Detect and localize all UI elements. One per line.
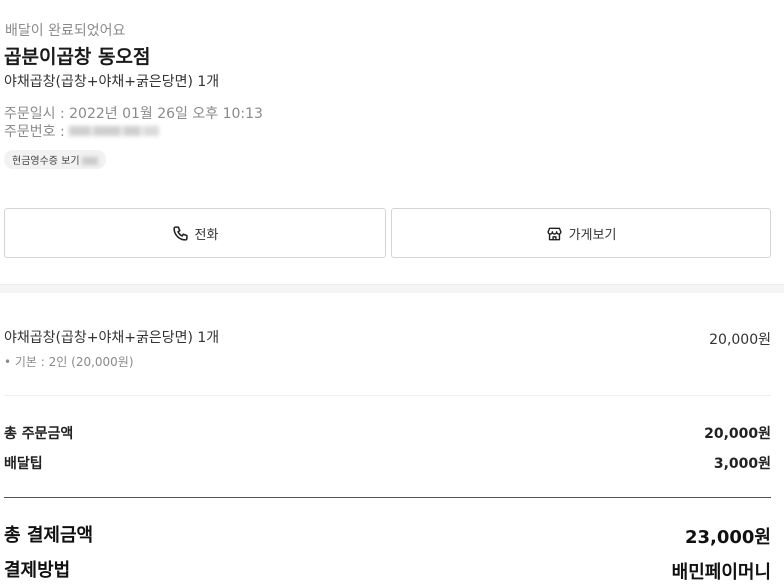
order-number-row: 주문번호 : [4, 123, 263, 141]
store-icon [546, 225, 563, 242]
order-meta: 주문일시 : 2022년 01월 26일 오후 10:13 주문번호 : [4, 105, 263, 141]
order-total-value: 20,000원 [704, 426, 771, 442]
order-item-name: 야채곱창(곱창+야채+굵은당면) 1개 [4, 330, 220, 346]
payment-total-label: 총 결제금액 [4, 525, 94, 546]
payment-method-value: 배민페이머니 [671, 562, 771, 583]
section-divider [0, 284, 784, 293]
payment-total-value: 23,000원 [684, 527, 771, 548]
delivery-tip-value: 3,000원 [713, 456, 771, 472]
order-total-label: 총 주문금액 [4, 426, 74, 442]
store-name: 곱분이곱창 동오점 [4, 46, 151, 68]
order-item-option: • 기본 : 2인 (20,000원) [4, 355, 134, 369]
total-divider [4, 497, 771, 498]
order-number-redacted [69, 123, 161, 141]
call-button-label: 전화 [194, 227, 219, 243]
cash-receipt-button[interactable]: 현금영수증 보기 [4, 150, 106, 169]
call-button[interactable]: 전화 [4, 208, 386, 258]
payment-method-label: 결제방법 [4, 560, 71, 581]
order-item-price: 20,000원 [709, 332, 771, 348]
menu-summary: 야채곱창(곱창+야채+굵은당면) 1개 [4, 74, 220, 90]
order-number-label: 주문번호 : [4, 124, 65, 140]
phone-icon [172, 225, 189, 242]
view-store-button[interactable]: 가게보기 [391, 208, 771, 258]
redaction-smudge [81, 157, 98, 165]
item-divider [4, 395, 771, 396]
cash-receipt-label: 현금영수증 보기 [12, 156, 80, 167]
order-status: 배달이 완료되었어요 [5, 23, 126, 39]
view-store-label: 가게보기 [568, 227, 617, 243]
delivery-tip-label: 배달팁 [4, 456, 43, 472]
order-datetime: 주문일시 : 2022년 01월 26일 오후 10:13 [4, 106, 263, 122]
